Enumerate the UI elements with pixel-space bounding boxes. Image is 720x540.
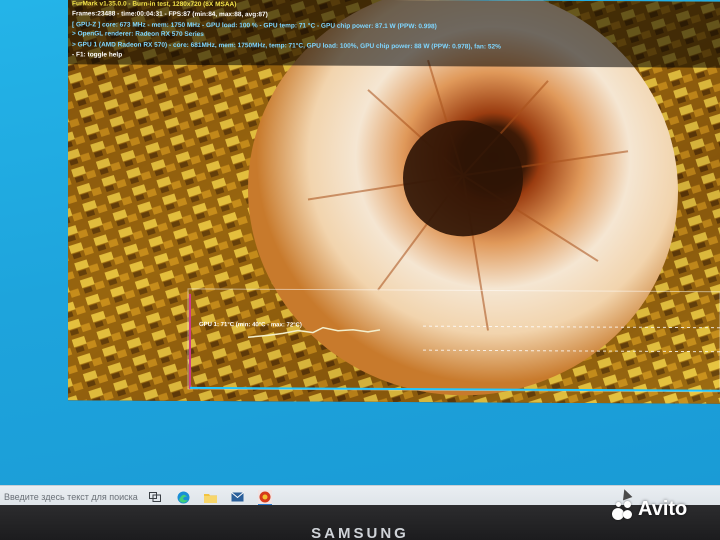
furmark-render-window: FurMark v1.35.0.0 - Burn-in test, 1280x7… — [68, 0, 720, 404]
osd-frames: Frames:23488 - time:00:04:31 - FPS:87 (m… — [72, 10, 268, 19]
temperature-graph-label: GPU 1: 71°C (min: 40°C - max: 72°C) — [199, 321, 302, 329]
osd-renderer: > OpenGL renderer: Radeon RX 570 Series — [72, 30, 204, 39]
avito-logo-icon — [612, 499, 634, 521]
avito-watermark: Avito — [612, 498, 687, 521]
task-view-icon[interactable] — [148, 490, 162, 504]
osd-help: - F1: toggle help — [72, 51, 123, 59]
monitor-brand-logo: SAMSUNG — [311, 525, 409, 540]
file-explorer-icon[interactable] — [203, 490, 217, 504]
photo: FurMark v1.35.0.0 - Burn-in test, 1280x7… — [0, 0, 720, 540]
mail-icon[interactable] — [230, 490, 244, 504]
furmark-taskbar-icon[interactable] — [258, 490, 272, 506]
taskbar-search-box[interactable]: Введите здесь текст для поиска — [0, 489, 142, 505]
avito-watermark-text: Avito — [638, 498, 688, 520]
edge-browser-icon[interactable] — [176, 490, 190, 504]
